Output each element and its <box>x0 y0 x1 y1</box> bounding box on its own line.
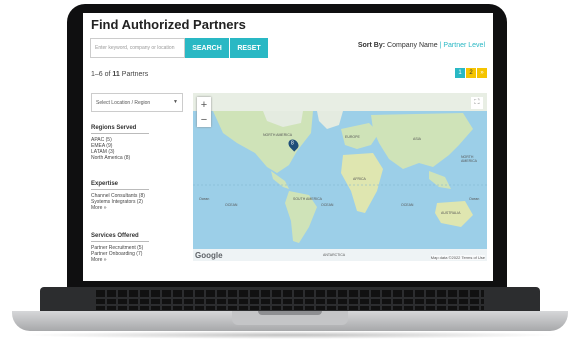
page-2-button[interactable]: 2 <box>466 68 476 78</box>
pagination: 1 2 » <box>455 68 487 78</box>
facet-regions: Regions Served APAC (5) EMEA (9) LATAM (… <box>91 125 183 161</box>
map-attribution[interactable]: Map data ©2022 Terms of Use <box>430 255 485 260</box>
results-prefix: 1–6 of <box>91 71 113 78</box>
screen: Find Authorized Partners Enter keyword, … <box>83 13 493 281</box>
map-label: AUSTRALIA <box>441 211 461 215</box>
facet-services: Services Offered Partner Recruitment (5)… <box>91 233 183 263</box>
facet-more-link[interactable]: More » <box>91 205 183 211</box>
google-logo: Google <box>195 251 223 260</box>
facet-heading: Expertise <box>91 181 149 190</box>
results-number: 11 <box>112 71 120 78</box>
map-label: OCEAN <box>321 203 334 207</box>
location-select-value: Select Location / Region <box>96 100 151 106</box>
map-label: Ocean <box>469 197 480 201</box>
marker-count: 8 <box>291 140 294 147</box>
sort-separator: | <box>439 42 442 49</box>
map-label: AFRICA <box>353 177 366 181</box>
sort-by-label: Sort By: <box>357 42 386 49</box>
partner-map[interactable]: NORTH AMERICA EUROPE ASIA AFRICA SOUTH A… <box>193 93 487 261</box>
map-label: ASIA <box>413 137 421 141</box>
chevron-down-icon: ▼ <box>173 99 178 105</box>
laptop-notch <box>258 311 322 315</box>
search-button[interactable]: SEARCH <box>185 38 229 58</box>
zoom-control: + − <box>197 97 211 127</box>
map-label: NORTH AMERICA <box>461 155 477 163</box>
results-suffix: Partners <box>119 71 149 78</box>
zoom-in-button[interactable]: + <box>197 97 211 112</box>
facet-heading: Services Offered <box>91 233 149 242</box>
page-title: Find Authorized Partners <box>91 17 246 32</box>
zoom-out-button[interactable]: − <box>197 112 211 127</box>
map-label: SOUTH AMERICA <box>293 197 322 201</box>
reset-button[interactable]: RESET <box>230 38 268 58</box>
keyboard-row-divider <box>96 297 484 299</box>
keyboard <box>96 290 484 310</box>
map-label: EUROPE <box>345 135 360 139</box>
map-label: OCEAN <box>401 203 414 207</box>
next-page-button[interactable]: » <box>477 68 487 78</box>
laptop-frame: Find Authorized Partners Enter keyword, … <box>0 0 580 341</box>
world-map-graphic <box>193 93 487 261</box>
facet-heading: Regions Served <box>91 125 149 134</box>
search-input[interactable]: Enter keyword, company or location <box>90 38 185 58</box>
map-label: ANTARCTICA <box>323 253 346 257</box>
location-select[interactable]: Select Location / Region ▼ <box>91 93 183 112</box>
facet-item[interactable]: North America (8) <box>91 155 183 161</box>
fullscreen-button[interactable]: ⛶ <box>471 97 483 109</box>
facet-expertise: Expertise Channel Consultants (8) System… <box>91 181 183 211</box>
map-label: NORTH AMERICA <box>263 133 293 137</box>
sort-company-name[interactable]: Company Name <box>387 42 438 49</box>
page-1-button[interactable]: 1 <box>455 68 465 78</box>
sort-by: Sort By: Company Name | Partner Level <box>358 42 485 49</box>
keyboard-row-divider <box>96 304 484 306</box>
sort-partner-level[interactable]: Partner Level <box>443 42 485 49</box>
laptop-shadow <box>20 331 560 339</box>
map-label: Ocean <box>199 197 210 201</box>
results-count: 1–6 of 11 Partners <box>91 71 148 78</box>
facet-more-link[interactable]: More » <box>91 257 183 263</box>
map-label: OCEAN <box>225 203 238 207</box>
